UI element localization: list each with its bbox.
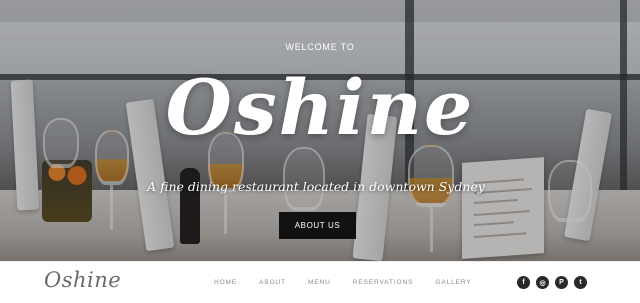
welcome-text: WELCOME TO bbox=[285, 42, 355, 52]
nav-link-gallery[interactable]: GALLERY bbox=[435, 279, 471, 286]
social-links: f ◎ P t bbox=[517, 276, 587, 289]
hero-brand-title: Oshine bbox=[165, 63, 475, 152]
nav-link-reservations[interactable]: RESERVATIONS bbox=[353, 279, 414, 286]
about-us-button[interactable]: ABOUT US bbox=[279, 212, 356, 239]
main-navbar: Oshine HOME ABOUT MENU RESERVATIONS GALL… bbox=[0, 261, 640, 303]
nav-link-home[interactable]: HOME bbox=[214, 279, 237, 286]
nav-link-menu[interactable]: MENU bbox=[308, 279, 331, 286]
nav-link-about[interactable]: ABOUT bbox=[259, 279, 286, 286]
hero-content: WELCOME TO Oshine A fine dining restaura… bbox=[0, 0, 640, 261]
instagram-icon[interactable]: ◎ bbox=[536, 276, 549, 289]
hero-tagline: A fine dining restaurant located in down… bbox=[147, 179, 485, 194]
nav-links: HOME ABOUT MENU RESERVATIONS GALLERY bbox=[214, 279, 494, 286]
hero-section: WELCOME TO Oshine A fine dining restaura… bbox=[0, 0, 640, 261]
site-logo[interactable]: Oshine bbox=[44, 268, 121, 292]
twitter-icon[interactable]: t bbox=[574, 276, 587, 289]
facebook-icon[interactable]: f bbox=[517, 276, 530, 289]
pinterest-icon[interactable]: P bbox=[555, 276, 568, 289]
